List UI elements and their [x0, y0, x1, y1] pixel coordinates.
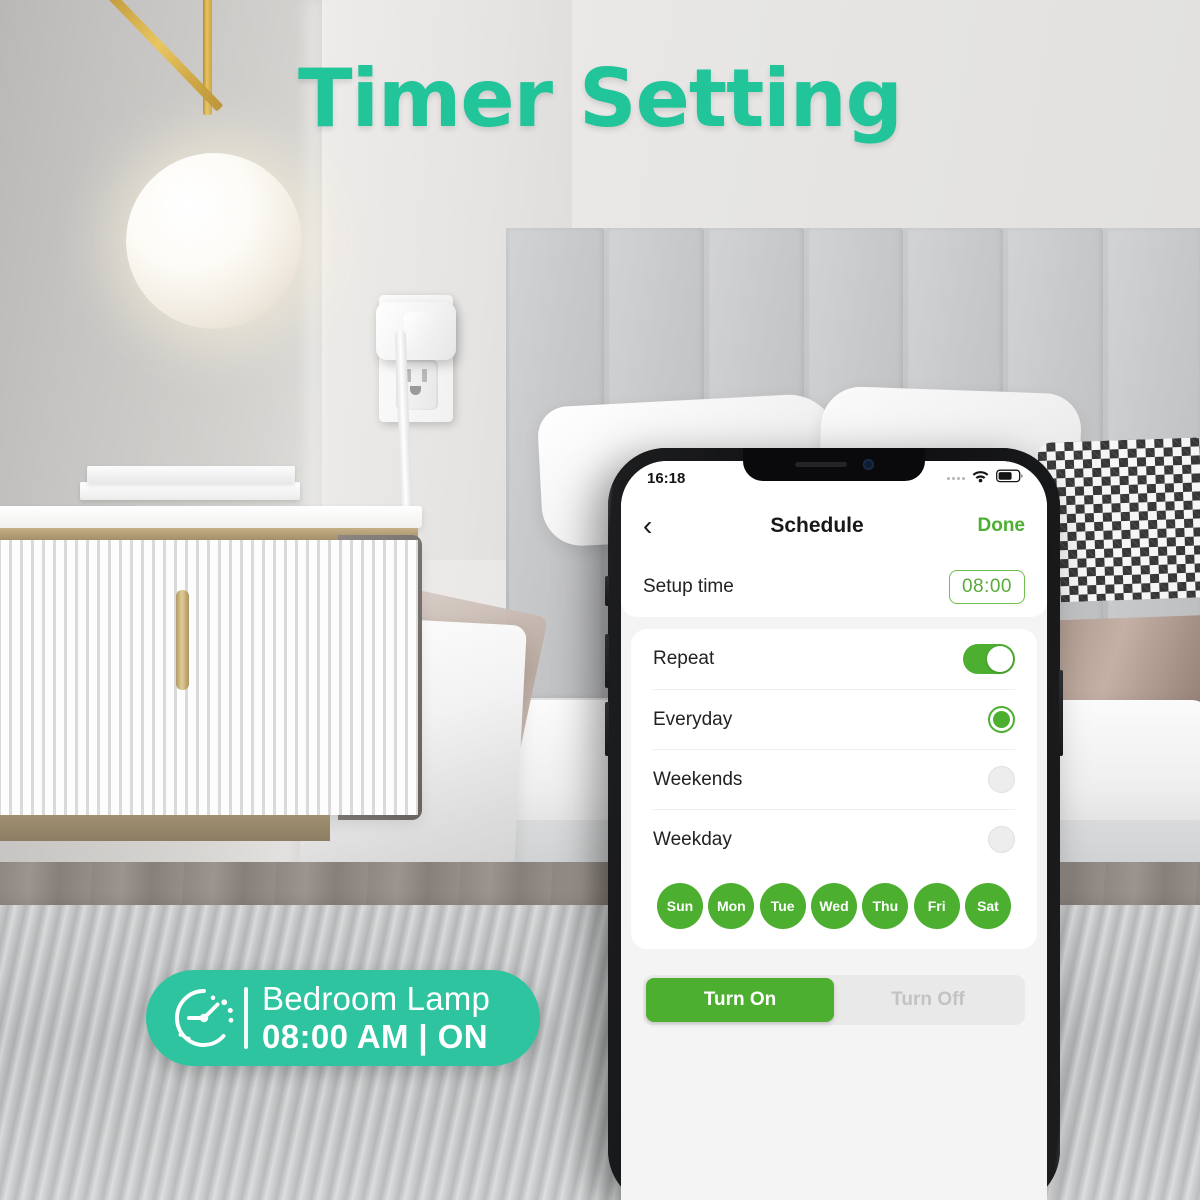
wifi-icon	[971, 469, 990, 487]
repeat-label: Repeat	[653, 648, 715, 669]
repeat-option-everyday[interactable]: Everyday	[653, 689, 1015, 749]
radio-everyday[interactable]	[988, 706, 1015, 733]
power-button[interactable]	[1059, 670, 1063, 756]
timer-status-badge: Bedroom Lamp 08:00 AM | ON	[146, 970, 540, 1066]
repeat-option-label: Everyday	[653, 708, 733, 730]
setup-time-label: Setup time	[643, 576, 734, 597]
repeat-toggle[interactable]	[963, 644, 1015, 674]
day-chip-tue[interactable]: Tue	[759, 883, 806, 929]
nightstand-base	[0, 815, 330, 841]
nav-bar: ‹ Schedule Done	[621, 495, 1047, 557]
day-chip-mon[interactable]: Mon	[708, 883, 755, 929]
day-selector: Sun Mon Tue Wed Thu Fri Sat	[653, 869, 1015, 949]
earpiece-speaker	[794, 462, 847, 467]
front-camera-icon	[862, 459, 874, 470]
status-bar-time: 16:18	[647, 469, 686, 487]
battery-icon	[996, 469, 1023, 487]
phone-notch	[743, 448, 925, 481]
day-chip-sat[interactable]: Sat	[964, 883, 1011, 929]
day-chip-thu[interactable]: Thu	[862, 883, 909, 929]
clock-timer-icon	[168, 982, 240, 1054]
repeat-option-weekday[interactable]: Weekday	[653, 809, 1015, 869]
badge-divider	[244, 987, 248, 1049]
app-content: Setup time 08:00 Repeat Everyday Weekend…	[621, 557, 1047, 1200]
volume-up-button[interactable]	[605, 634, 609, 688]
repeat-option-label: Weekday	[653, 828, 732, 850]
smartphone-mockup: 16:18 ‹ Schedule Done Setup time 08:00 R…	[605, 448, 1063, 1200]
repeat-option-label: Weekends	[653, 768, 743, 790]
repeat-option-weekends[interactable]: Weekends	[653, 749, 1015, 809]
smart-plug-face	[404, 312, 434, 346]
radio-weekends[interactable]	[988, 766, 1015, 793]
nightstand-marble-top	[0, 506, 422, 528]
silent-switch[interactable]	[605, 576, 609, 606]
stacked-book	[80, 482, 300, 500]
nightstand-fluted-doors	[0, 540, 418, 815]
volume-down-button[interactable]	[605, 702, 609, 756]
repeat-card: Repeat Everyday Weekends Weekday Sun Mon…	[631, 629, 1037, 949]
pendant-lamp-globe	[126, 153, 302, 329]
chevron-left-icon[interactable]: ‹	[643, 512, 673, 540]
done-button[interactable]: Done	[961, 515, 1026, 537]
signal-dots-icon	[947, 476, 965, 480]
setup-time-row[interactable]: Setup time 08:00	[643, 557, 1025, 617]
day-chip-sun[interactable]: Sun	[657, 883, 703, 929]
day-chip-fri[interactable]: Fri	[913, 883, 960, 929]
setup-time-card: Setup time 08:00	[621, 557, 1047, 617]
toggle-knob	[987, 646, 1013, 672]
repeat-row[interactable]: Repeat	[653, 629, 1015, 689]
action-segmented-control: Turn On Turn Off	[643, 975, 1025, 1025]
screen-title: Schedule	[770, 514, 864, 537]
stacked-book	[87, 466, 295, 483]
badge-status-line: 08:00 AM | ON	[262, 1018, 488, 1055]
badge-device-name: Bedroom Lamp	[262, 979, 491, 1017]
turn-on-button[interactable]: Turn On	[646, 978, 834, 1022]
houndstooth-pillow	[1037, 437, 1200, 603]
radio-weekday[interactable]	[988, 826, 1015, 853]
turn-off-button[interactable]: Turn Off	[834, 978, 1022, 1022]
phone-screen: 16:18 ‹ Schedule Done Setup time 08:00 R…	[621, 461, 1047, 1200]
day-chip-wed[interactable]: Wed	[810, 883, 857, 929]
setup-time-value[interactable]: 08:00	[948, 570, 1025, 604]
page-title: Timer Setting	[298, 52, 903, 145]
nightstand-handle	[176, 590, 189, 690]
